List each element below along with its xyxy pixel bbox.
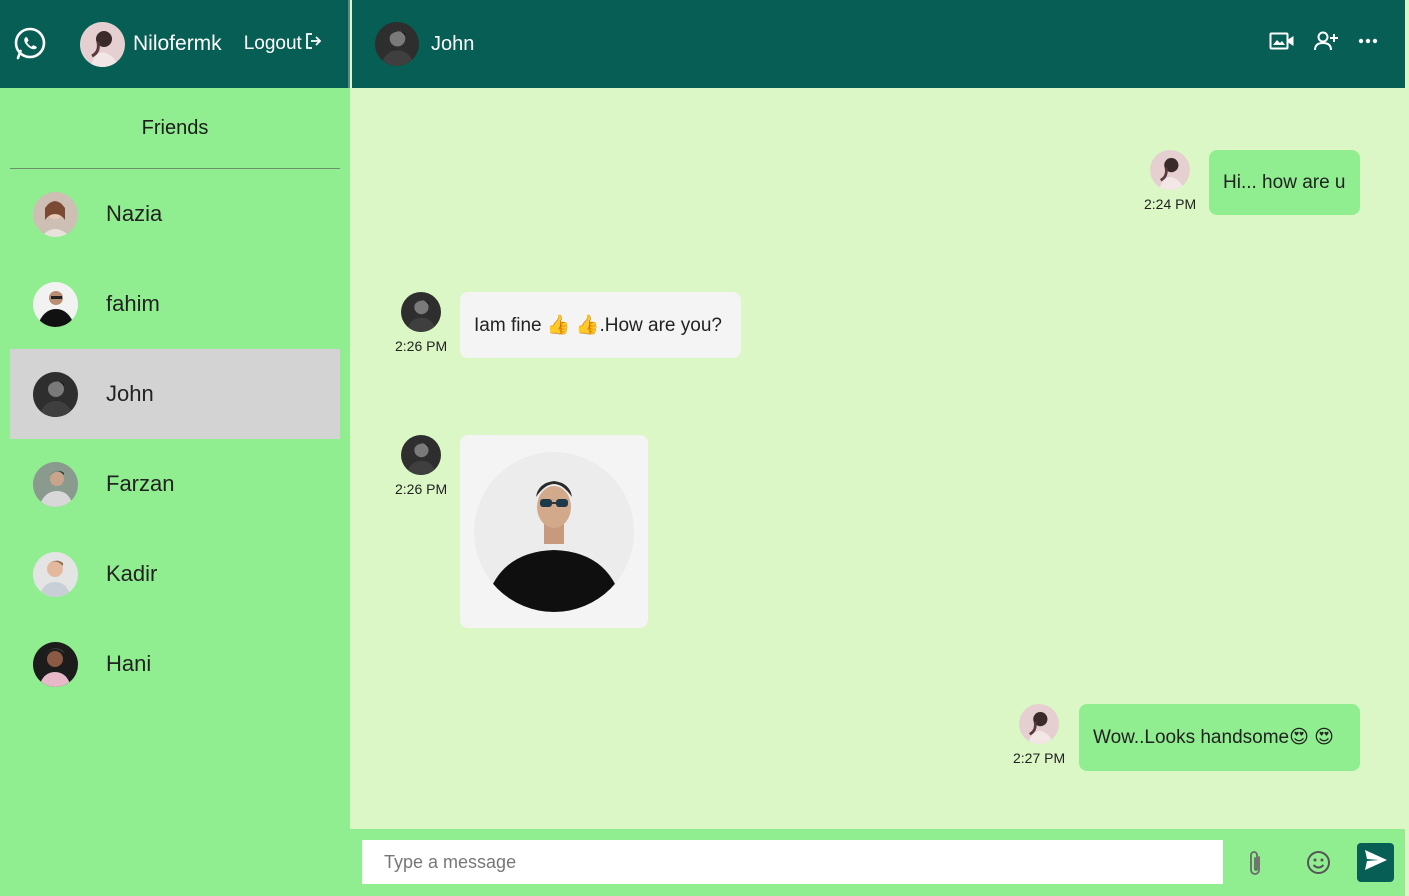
chat-actions	[1269, 30, 1379, 52]
sender-avatar	[1150, 150, 1191, 190]
friend-avatar	[33, 281, 78, 327]
message-meta: 2:26 PM	[395, 435, 447, 497]
contact-name: John	[431, 32, 475, 55]
friend-item-nazia[interactable]: Nazia	[10, 169, 340, 259]
message-meta: 2:27 PM	[1013, 704, 1065, 766]
friend-avatar	[33, 371, 78, 417]
send-icon	[1363, 848, 1389, 877]
video-call-icon[interactable]	[1269, 30, 1295, 52]
message-bubble: Wow..Looks handsome😍 😍	[1079, 704, 1360, 771]
message-time: 2:26 PM	[395, 481, 448, 497]
message-meta: 2:24 PM	[1144, 150, 1196, 212]
user-name: Nilofermk	[133, 32, 222, 55]
logout-label: Logout	[243, 33, 302, 54]
contact-avatar[interactable]	[375, 22, 419, 66]
add-user-icon[interactable]	[1313, 30, 1339, 52]
message-time: 2:24 PM	[1144, 196, 1197, 212]
message-time: 2:26 PM	[395, 338, 448, 354]
sender-avatar	[1019, 704, 1060, 744]
send-button[interactable]	[1357, 843, 1394, 882]
message-input[interactable]	[362, 840, 1223, 884]
sender-avatar	[401, 292, 442, 332]
message-bubble: Hi... how are u	[1209, 150, 1360, 215]
current-user: Nilofermk	[80, 21, 222, 67]
logout-button[interactable]: Logout	[244, 32, 322, 56]
more-icon[interactable]	[1357, 30, 1379, 52]
image-message-bubble[interactable]	[460, 435, 648, 628]
message-text: Hi... how are u	[1223, 171, 1346, 193]
sidebar: Nilofermk Logout Friends Nazia fahim Joh…	[0, 0, 350, 896]
message-text: Iam fine 👍 👍.How are you?	[474, 315, 722, 336]
user-avatar[interactable]	[80, 21, 125, 67]
friend-avatar	[33, 191, 78, 237]
friend-name: Nazia	[106, 201, 163, 226]
friend-avatar	[33, 461, 78, 507]
sidebar-header: Nilofermk Logout	[0, 0, 350, 88]
message-meta: 2:26 PM	[395, 292, 447, 354]
friends-title: Friends	[10, 88, 340, 169]
friend-item-hani[interactable]: Hani	[10, 619, 340, 709]
friend-avatar	[33, 551, 78, 597]
friend-item-john[interactable]: John	[10, 349, 340, 439]
friend-item-kadir[interactable]: Kadir	[10, 529, 340, 619]
message-time: 2:27 PM	[1013, 750, 1066, 766]
logout-icon	[304, 32, 322, 56]
friend-name: Farzan	[106, 471, 175, 496]
attach-icon[interactable]	[1247, 849, 1265, 877]
message-text: Wow..Looks handsome😍 😍	[1093, 727, 1334, 748]
friend-name: Hani	[106, 651, 152, 676]
chat-header: John	[352, 0, 1405, 88]
message-bubble: Iam fine 👍 👍.How are you?	[460, 292, 741, 358]
emoji-icon[interactable]	[1306, 850, 1331, 875]
friend-name: John	[106, 381, 154, 406]
friend-avatar	[33, 641, 78, 687]
composer	[350, 829, 1405, 896]
whatsapp-icon[interactable]	[12, 26, 48, 62]
shared-photo[interactable]	[474, 451, 634, 612]
message-list: 2:24 PM Hi... how are u 2:26 PM Iam fine…	[350, 88, 1405, 829]
friend-item-farzan[interactable]: Farzan	[10, 439, 340, 529]
friend-name: Kadir	[106, 561, 158, 586]
friend-name: fahim	[106, 291, 160, 316]
sender-avatar	[401, 435, 442, 475]
friend-item-fahim[interactable]: fahim	[10, 259, 340, 349]
